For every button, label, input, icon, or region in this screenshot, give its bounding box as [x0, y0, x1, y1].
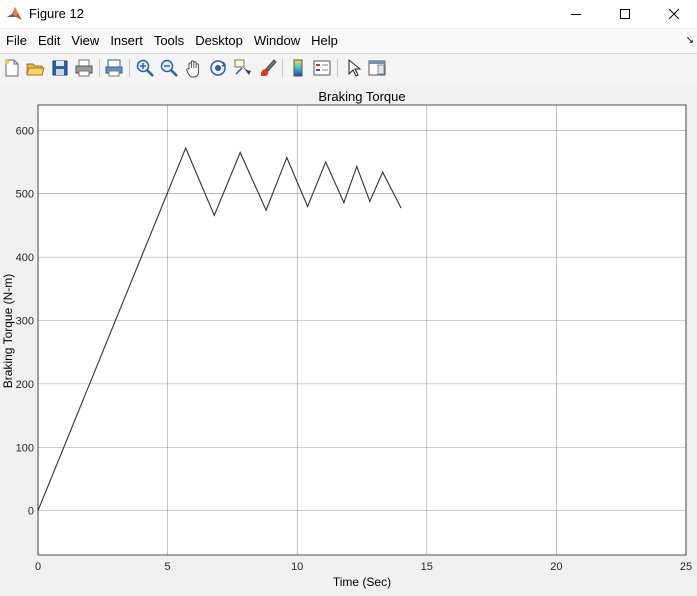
rotate-3d-icon[interactable]: [208, 58, 228, 78]
new-figure-icon[interactable]: [2, 58, 22, 78]
data-point: [37, 510, 39, 512]
minimize-icon: [571, 14, 581, 15]
close-button[interactable]: [651, 0, 697, 28]
y-tick-label: 300: [16, 315, 34, 327]
y-tick-label: 200: [16, 379, 34, 391]
toolbar-separator: [129, 59, 130, 77]
toolbar-separator: [99, 59, 100, 77]
y-tick-label: 600: [16, 125, 34, 137]
toolbar-separator: [282, 59, 283, 77]
menu-desktop[interactable]: Desktop: [189, 29, 248, 53]
data-point: [185, 147, 187, 149]
legend-icon[interactable]: [312, 58, 332, 78]
x-tick-label: 5: [165, 561, 171, 573]
data-point: [400, 207, 402, 209]
zoom-in-icon[interactable]: [135, 58, 155, 78]
data-point: [239, 151, 241, 154]
x-tick-label: 20: [550, 561, 562, 573]
dock-figure-icon[interactable]: ↘: [686, 35, 694, 46]
figure-canvas: Braking Torque 0 100 200 300 400 500 600 0 5 10 1…: [0, 83, 697, 591]
data-point: [369, 200, 371, 202]
menu-window[interactable]: Window: [248, 29, 305, 53]
menu-help[interactable]: Help: [305, 29, 343, 53]
menu-file[interactable]: File: [0, 29, 32, 53]
menu-bar: File Edit View Insert Tools Desktop Wind…: [0, 29, 697, 53]
close-icon: [668, 8, 680, 20]
zoom-out-icon[interactable]: [159, 58, 179, 78]
x-tick-label: 15: [421, 561, 433, 573]
print-preview-icon[interactable]: [104, 58, 124, 78]
x-axis-ticks: 0 5 10 15 20 25: [35, 561, 692, 573]
y-tick-label: 500: [16, 189, 34, 201]
menu-view[interactable]: View: [65, 29, 104, 53]
save-icon[interactable]: [50, 58, 70, 78]
y-tick-label: 0: [28, 506, 34, 518]
matlab-logo-icon: [7, 7, 22, 20]
data-point: [356, 165, 358, 168]
y-tick-label: 100: [16, 442, 34, 454]
x-tick-label: 10: [291, 561, 303, 573]
chart-title: Braking Torque: [318, 89, 405, 104]
data-point: [265, 209, 267, 211]
pan-icon[interactable]: [184, 58, 204, 78]
data-point: [325, 161, 327, 163]
open-file-icon[interactable]: [25, 58, 45, 78]
minimize-button[interactable]: [553, 0, 599, 28]
data-point: [306, 205, 309, 208]
menu-tools[interactable]: Tools: [148, 29, 189, 53]
brush-icon[interactable]: [257, 58, 277, 78]
menu-edit[interactable]: Edit: [32, 29, 65, 53]
menu-insert[interactable]: Insert: [104, 29, 148, 53]
edit-plot-icon[interactable]: [343, 58, 363, 78]
toolbar-separator: [337, 59, 338, 77]
axes-box: [37, 104, 687, 556]
data-point: [382, 171, 384, 173]
figure-toolbar: [0, 53, 697, 84]
data-point: [213, 214, 215, 216]
y-tick-label: 400: [16, 252, 34, 264]
maximize-icon: [620, 9, 630, 19]
window-title: Figure 12: [29, 6, 84, 21]
x-tick-label: 25: [680, 561, 692, 573]
maximize-button[interactable]: [602, 0, 648, 28]
x-tick-label: 0: [35, 561, 41, 573]
plot-area[interactable]: Braking Torque 0 100 200 300 400 500 600 0 5 10 1…: [0, 83, 697, 591]
colorbar-icon[interactable]: [288, 58, 308, 78]
data-point: [286, 157, 288, 159]
title-bar: Figure 12: [0, 0, 697, 28]
data-point: [343, 202, 345, 204]
data-cursor-icon[interactable]: [233, 58, 253, 78]
property-inspector-icon[interactable]: [367, 58, 387, 78]
y-axis-label: Braking Torque (N-m): [1, 274, 15, 388]
x-axis-label: Time (Sec): [333, 575, 391, 589]
y-axis-ticks: 0 100 200 300 400 500 600: [16, 125, 34, 517]
print-icon[interactable]: [74, 58, 94, 78]
